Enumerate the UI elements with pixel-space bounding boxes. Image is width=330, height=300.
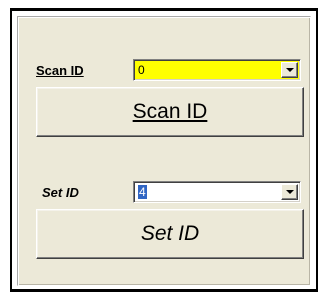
scan-id-label: Scan ID — [36, 63, 84, 78]
id-panel: Scan ID 0 Scan ID Set ID 4 Set ID — [17, 16, 311, 286]
window-frame: Scan ID 0 Scan ID Set ID 4 Set ID — [10, 8, 318, 292]
set-id-dropdown[interactable]: 4 — [133, 181, 301, 203]
set-id-label: Set ID — [42, 185, 79, 200]
scan-id-value: 0 — [138, 63, 145, 77]
chevron-down-icon[interactable] — [281, 62, 298, 78]
scan-id-dropdown[interactable]: 0 — [133, 59, 301, 81]
scan-id-button[interactable]: Scan ID — [36, 87, 304, 137]
chevron-down-icon[interactable] — [281, 184, 298, 200]
set-id-value-container: 4 — [137, 184, 278, 200]
set-id-button[interactable]: Set ID — [36, 209, 304, 259]
set-id-value: 4 — [138, 185, 147, 199]
